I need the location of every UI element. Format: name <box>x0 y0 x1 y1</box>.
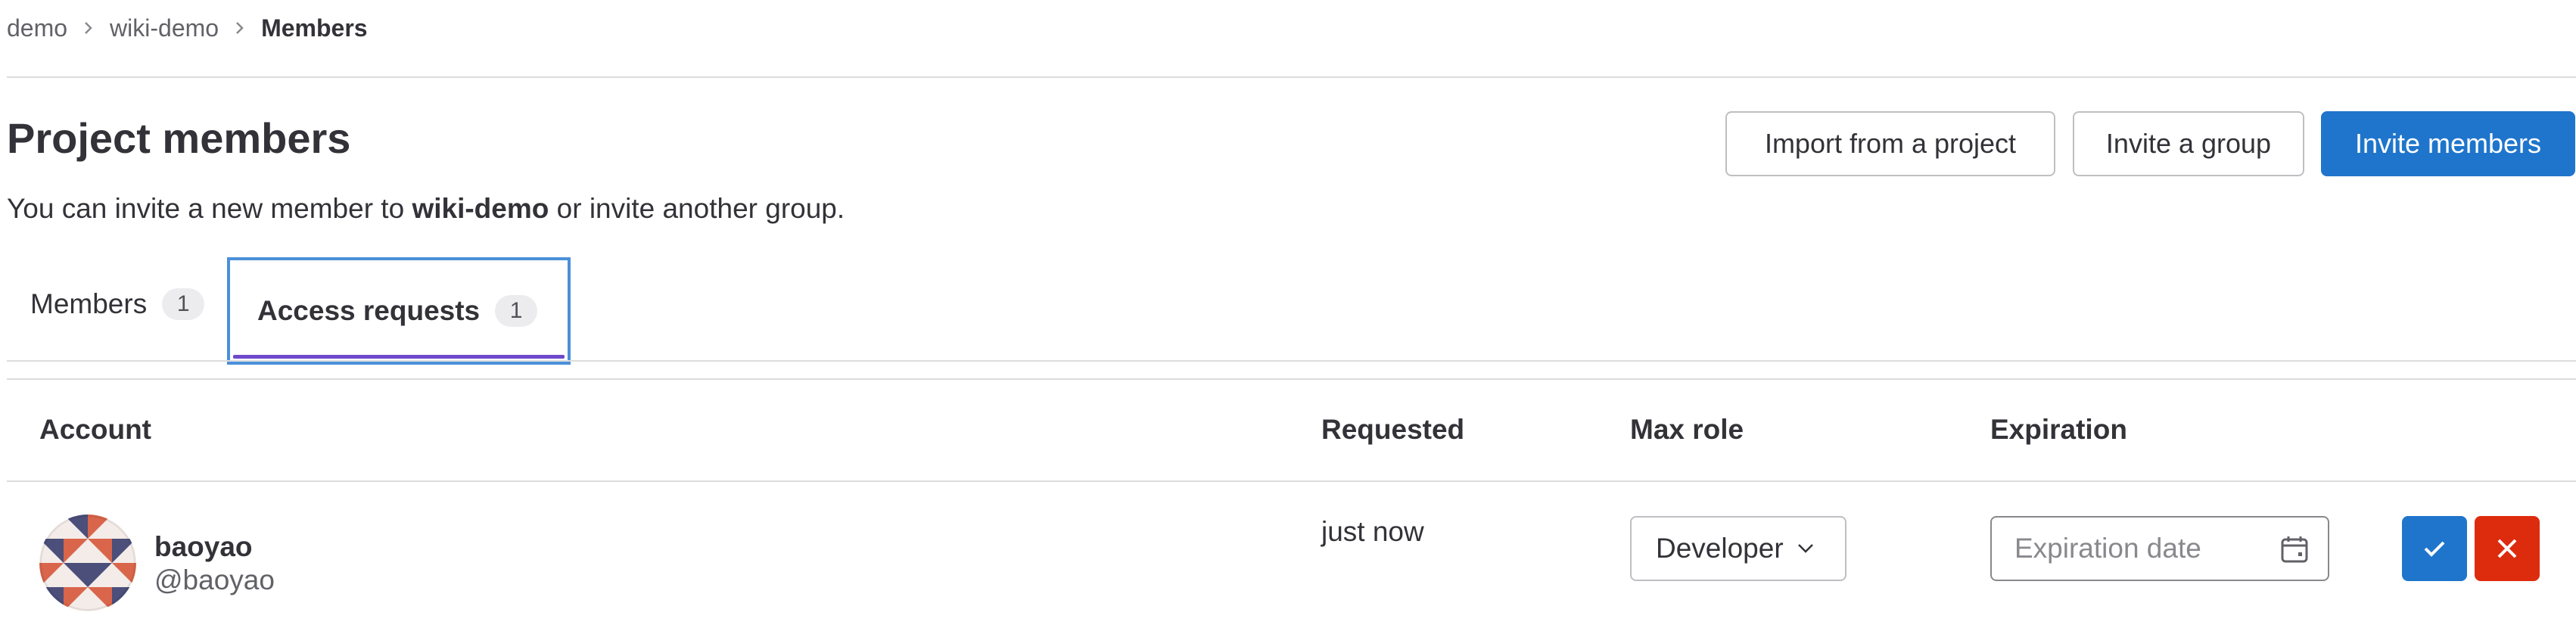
description-project-name: wiki-demo <box>412 193 549 224</box>
calendar-icon[interactable] <box>2279 534 2310 564</box>
project-members-page: demo wiki-demo Members Project members Y… <box>0 0 2576 628</box>
max-role-dropdown[interactable]: Developer <box>1630 516 1846 581</box>
column-header-expiration: Expiration <box>1990 414 2127 445</box>
breadcrumb-current: Members <box>261 14 368 42</box>
user-name[interactable]: baoyao <box>154 530 253 564</box>
chevron-down-icon <box>1797 543 1814 554</box>
tab-access-requests[interactable]: Access requests 1 <box>227 257 571 365</box>
import-from-project-button[interactable]: Import from a project <box>1725 111 2055 176</box>
close-icon <box>2497 538 2518 559</box>
tab-access-requests-count-badge: 1 <box>495 295 538 327</box>
requested-time: just now <box>1321 516 1424 547</box>
deny-request-button[interactable] <box>2475 516 2540 581</box>
description-suffix: or invite another group. <box>549 193 845 224</box>
chevron-right-icon <box>82 20 95 36</box>
column-header-account: Account <box>39 414 151 445</box>
breadcrumb-demo[interactable]: demo <box>7 14 67 42</box>
breadcrumb-wiki-demo[interactable]: wiki-demo <box>110 14 219 42</box>
description-prefix: You can invite a new member to <box>7 193 412 224</box>
column-header-max-role: Max role <box>1630 414 1744 445</box>
approve-request-button[interactable] <box>2402 516 2467 581</box>
page-description: You can invite a new member to wiki-demo… <box>7 191 845 226</box>
divider <box>7 480 2576 482</box>
check-icon <box>2423 539 2446 558</box>
divider <box>7 378 2576 380</box>
divider <box>7 360 2576 362</box>
tab-members-count-badge: 1 <box>162 288 205 320</box>
user-username: @baoyao <box>154 564 275 595</box>
invite-members-button[interactable]: Invite members <box>2321 111 2575 176</box>
column-header-requested: Requested <box>1321 414 1465 445</box>
page-title: Project members <box>7 114 351 162</box>
expiration-date-field[interactable] <box>1990 516 2329 581</box>
breadcrumb: demo wiki-demo Members <box>7 11 368 45</box>
tab-members[interactable]: Members 1 <box>30 266 205 342</box>
tab-members-label: Members <box>30 288 148 319</box>
max-role-value: Developer <box>1656 533 1784 564</box>
avatar[interactable] <box>39 515 136 611</box>
expiration-date-input[interactable] <box>1992 532 2273 565</box>
divider <box>7 76 2576 78</box>
invite-group-button[interactable]: Invite a group <box>2073 111 2304 176</box>
chevron-right-icon <box>234 20 246 36</box>
active-tab-indicator <box>233 355 565 359</box>
tab-access-requests-label: Access requests <box>257 295 481 326</box>
